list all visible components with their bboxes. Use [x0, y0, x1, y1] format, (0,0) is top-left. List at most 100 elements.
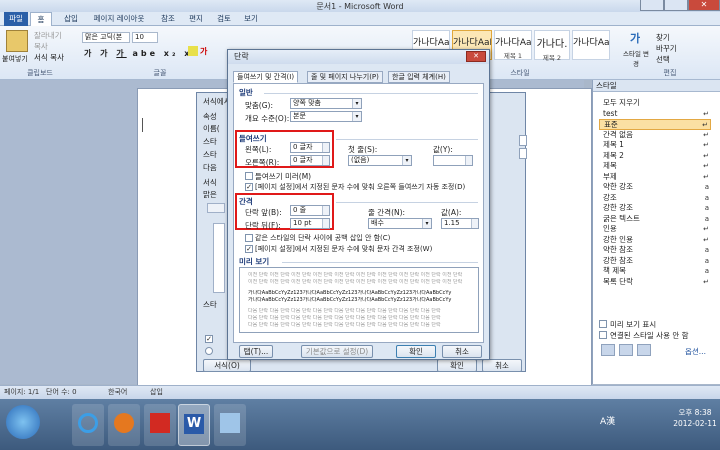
style-inspector-icon[interactable] [619, 344, 633, 356]
outline-level-dropdown[interactable]: 본문 ▾ [290, 111, 362, 122]
style-item[interactable]: 제목 1 ↵ [599, 140, 711, 151]
start-button[interactable] [6, 405, 40, 439]
word-icon[interactable]: W [178, 404, 210, 446]
style-heading-1[interactable]: 가나다AaE제목 1 [494, 30, 532, 60]
tab-file[interactable]: 파일 [4, 12, 28, 26]
line-spacing-dropdown[interactable]: 배수 ▾ [368, 218, 432, 229]
language-status[interactable]: 한국어 [108, 386, 127, 399]
manage-styles-icon[interactable] [637, 344, 651, 356]
firefox-icon[interactable] [108, 404, 140, 446]
tab-line-page-breaks[interactable]: 줄 및 페이지 나누기(P) [307, 71, 383, 83]
align-icon[interactable] [207, 203, 225, 213]
minimize-button[interactable] [640, 0, 664, 11]
paste-label[interactable]: 붙여넣기 [2, 54, 28, 64]
tab-page-layout[interactable]: 페이지 레이아웃 [86, 12, 152, 26]
tab-mailings[interactable]: 편지 [184, 12, 208, 26]
group-styles-label: 스타일 [510, 69, 530, 77]
space-before-spinner[interactable]: 0 줄 [290, 205, 330, 216]
space-after-spinner[interactable]: 10 pt [290, 218, 330, 229]
style-item[interactable]: 약한 강조 a [599, 182, 711, 193]
based-on-dropdown[interactable] [519, 148, 527, 159]
tab-korean-input[interactable]: 한글 입력 체계(H) [388, 71, 450, 83]
style-item[interactable]: 약한 참조 a [599, 245, 711, 256]
modify-style-cancel-button[interactable]: 취소 [482, 359, 522, 372]
style-item[interactable]: 강조 a [599, 193, 711, 204]
tab-review[interactable]: 검토 [212, 12, 236, 26]
first-line-dropdown[interactable]: (없음) ▾ [348, 155, 412, 166]
ie-icon[interactable] [72, 404, 104, 446]
font-color-icon[interactable]: 가 [200, 46, 210, 56]
page-count[interactable]: 페이지: 1/1 [4, 386, 39, 399]
highlight-icon[interactable] [188, 46, 198, 56]
auto-indent-checkbox[interactable]: ✓ [245, 183, 253, 191]
cancel-button[interactable]: 취소 [442, 345, 482, 358]
format-menu-button[interactable]: 서식(O) [203, 359, 251, 372]
style-heading-2[interactable]: 가나다. 제목 2 [534, 30, 570, 62]
style-item[interactable]: 강한 인용 ↵ [599, 235, 711, 246]
style-item[interactable]: 책 제목 a [599, 266, 711, 277]
mirror-indents-checkbox[interactable] [245, 172, 253, 180]
style-item[interactable]: 제목 ↵ [599, 161, 711, 172]
group-clipboard-label: 클립보드 [27, 69, 53, 77]
font-format-buttons[interactable]: 가 가 가 abe x₂ x² [84, 48, 199, 59]
only-this-doc-radio[interactable] [205, 347, 213, 355]
format-painter-button[interactable]: 서식 복사 [34, 52, 64, 63]
acrobat-icon[interactable] [144, 404, 176, 446]
style-item[interactable]: 굵은 텍스트 a [599, 214, 711, 225]
change-styles-button[interactable]: 스타일 변경 [622, 48, 650, 68]
style-item[interactable]: 모두 지우기 [599, 98, 711, 109]
style-item-selected[interactable]: 표준 ↵ [599, 119, 711, 130]
font-size-combo[interactable]: 10 [132, 32, 158, 43]
font-name-combo[interactable]: 맑은 고딕(본 [82, 32, 130, 43]
style-item[interactable]: 간격 없음 ↵ [599, 130, 711, 141]
maximize-button[interactable] [664, 0, 688, 11]
set-default-button[interactable]: 기본값으로 설정(D) [301, 345, 373, 358]
word-count[interactable]: 단어 수: 0 [46, 386, 77, 399]
right-indent-spinner[interactable]: 0 글자 [290, 155, 330, 166]
tab-references[interactable]: 참조 [156, 12, 180, 26]
insert-mode[interactable]: 삽입 [150, 386, 163, 399]
tab-indents-spacing[interactable]: 들여쓰기 및 간격(I) [233, 71, 299, 83]
add-to-list-checkbox[interactable]: ✓ [205, 335, 213, 343]
by-spinner[interactable] [433, 155, 473, 166]
no-space-checkbox[interactable] [245, 234, 253, 242]
cut-button[interactable]: 잘라내기 [34, 30, 62, 41]
left-indent-spinner[interactable]: 0 글자 [290, 142, 330, 153]
alignment-dropdown[interactable]: 양쪽 맞춤 ▾ [290, 98, 362, 109]
style-item[interactable]: test ↵ [599, 109, 711, 120]
ok-button[interactable]: 확인 [396, 345, 436, 358]
style-item[interactable]: 강한 참조 a [599, 256, 711, 267]
replace-button[interactable]: 바꾸기 [656, 43, 677, 54]
options-link[interactable]: 옵션... [685, 346, 706, 357]
style-item[interactable]: 제목 2 ↵ [599, 151, 711, 162]
at-spinner[interactable]: 1.15 [441, 218, 479, 229]
tabs-button[interactable]: 탭(T)... [239, 345, 273, 358]
tab-insert[interactable]: 삽입 [58, 12, 84, 26]
style-item[interactable]: 인용 ↵ [599, 224, 711, 235]
show-preview-checkbox[interactable] [599, 320, 607, 328]
modify-style-ok-button[interactable]: 확인 [437, 359, 477, 372]
style-item[interactable]: 목록 단락 ↵ [599, 277, 711, 288]
title-bar: 문서1 - Microsoft Word [0, 0, 720, 12]
new-style-icon[interactable] [601, 344, 615, 356]
clock-time[interactable]: 오후 8:38 [672, 407, 718, 418]
paint-icon[interactable] [214, 404, 246, 446]
close-button[interactable]: ✕ [688, 0, 720, 11]
ime-language[interactable]: A漢 [600, 414, 615, 427]
snap-grid-checkbox[interactable]: ✓ [245, 245, 253, 253]
change-styles-icon[interactable]: 가 [630, 30, 642, 45]
disable-linked-checkbox[interactable] [599, 331, 607, 339]
clock-date[interactable]: 2012-02-11 [672, 419, 718, 428]
style-item[interactable]: 강한 강조 a [599, 203, 711, 214]
style-title[interactable]: 가나다AaE [572, 30, 610, 60]
copy-button[interactable]: 복사 [34, 41, 48, 52]
select-button[interactable]: 선택 [656, 54, 670, 65]
dialog-close-icon[interactable]: ✕ [466, 51, 486, 62]
style-item[interactable]: 부제 ↵ [599, 172, 711, 183]
tab-view[interactable]: 보기 [240, 12, 262, 26]
preview-box [213, 223, 225, 293]
paste-icon[interactable] [6, 30, 28, 52]
find-button[interactable]: 찾기 [656, 32, 670, 43]
tab-home[interactable]: 홈 [30, 12, 52, 26]
style-type-dropdown[interactable] [519, 135, 527, 146]
